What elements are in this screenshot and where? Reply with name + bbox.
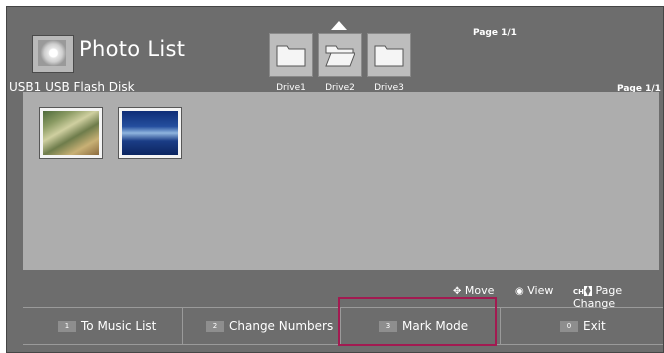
photo-thumbnail[interactable]: [39, 107, 103, 159]
mark-mode-highlight: [338, 297, 497, 346]
move-hint: ✥ Move: [453, 284, 494, 297]
drive-2-folder[interactable]: [318, 33, 362, 77]
photo-thumbnail[interactable]: [118, 107, 182, 159]
change-numbers-label: Change Numbers: [229, 319, 334, 333]
to-music-list-label: To Music List: [81, 319, 157, 333]
photo-app-icon: [32, 35, 74, 73]
page-indicator-top: Page 1/1: [473, 28, 517, 38]
channel-updown-icon: ▲ ▼: [584, 284, 592, 297]
view-hint: ◉ View: [515, 284, 553, 297]
key-0-badge: 0: [560, 321, 578, 332]
change-numbers-button[interactable]: 2 Change Numbers: [183, 308, 341, 344]
move-arrows-icon: ✥: [453, 286, 462, 297]
photo-grid: [23, 92, 659, 270]
photo-list-screen: Photo List USB1 USB Flash Disk Drive1 Dr…: [6, 6, 664, 353]
page-title: Photo List: [79, 37, 186, 61]
exit-button[interactable]: 0 Exit: [501, 308, 663, 344]
drive-1-folder[interactable]: [269, 33, 313, 77]
photo-waves-image: [122, 111, 178, 155]
folder-icon: [374, 45, 404, 67]
ok-button-icon: ◉: [515, 286, 524, 297]
exit-label: Exit: [583, 319, 606, 333]
key-1-badge: 1: [58, 321, 76, 332]
folder-icon: [276, 45, 306, 67]
open-folder-icon: [325, 45, 355, 67]
move-label: Move: [464, 284, 495, 297]
drive-3-folder[interactable]: [367, 33, 411, 77]
up-arrow-icon[interactable]: [331, 21, 347, 30]
channel-key-icon: CH: [573, 288, 584, 296]
view-label: View: [527, 284, 554, 297]
photo-forest-image: [43, 111, 99, 155]
to-music-list-button[interactable]: 1 To Music List: [23, 308, 183, 344]
key-2-badge: 2: [206, 321, 224, 332]
